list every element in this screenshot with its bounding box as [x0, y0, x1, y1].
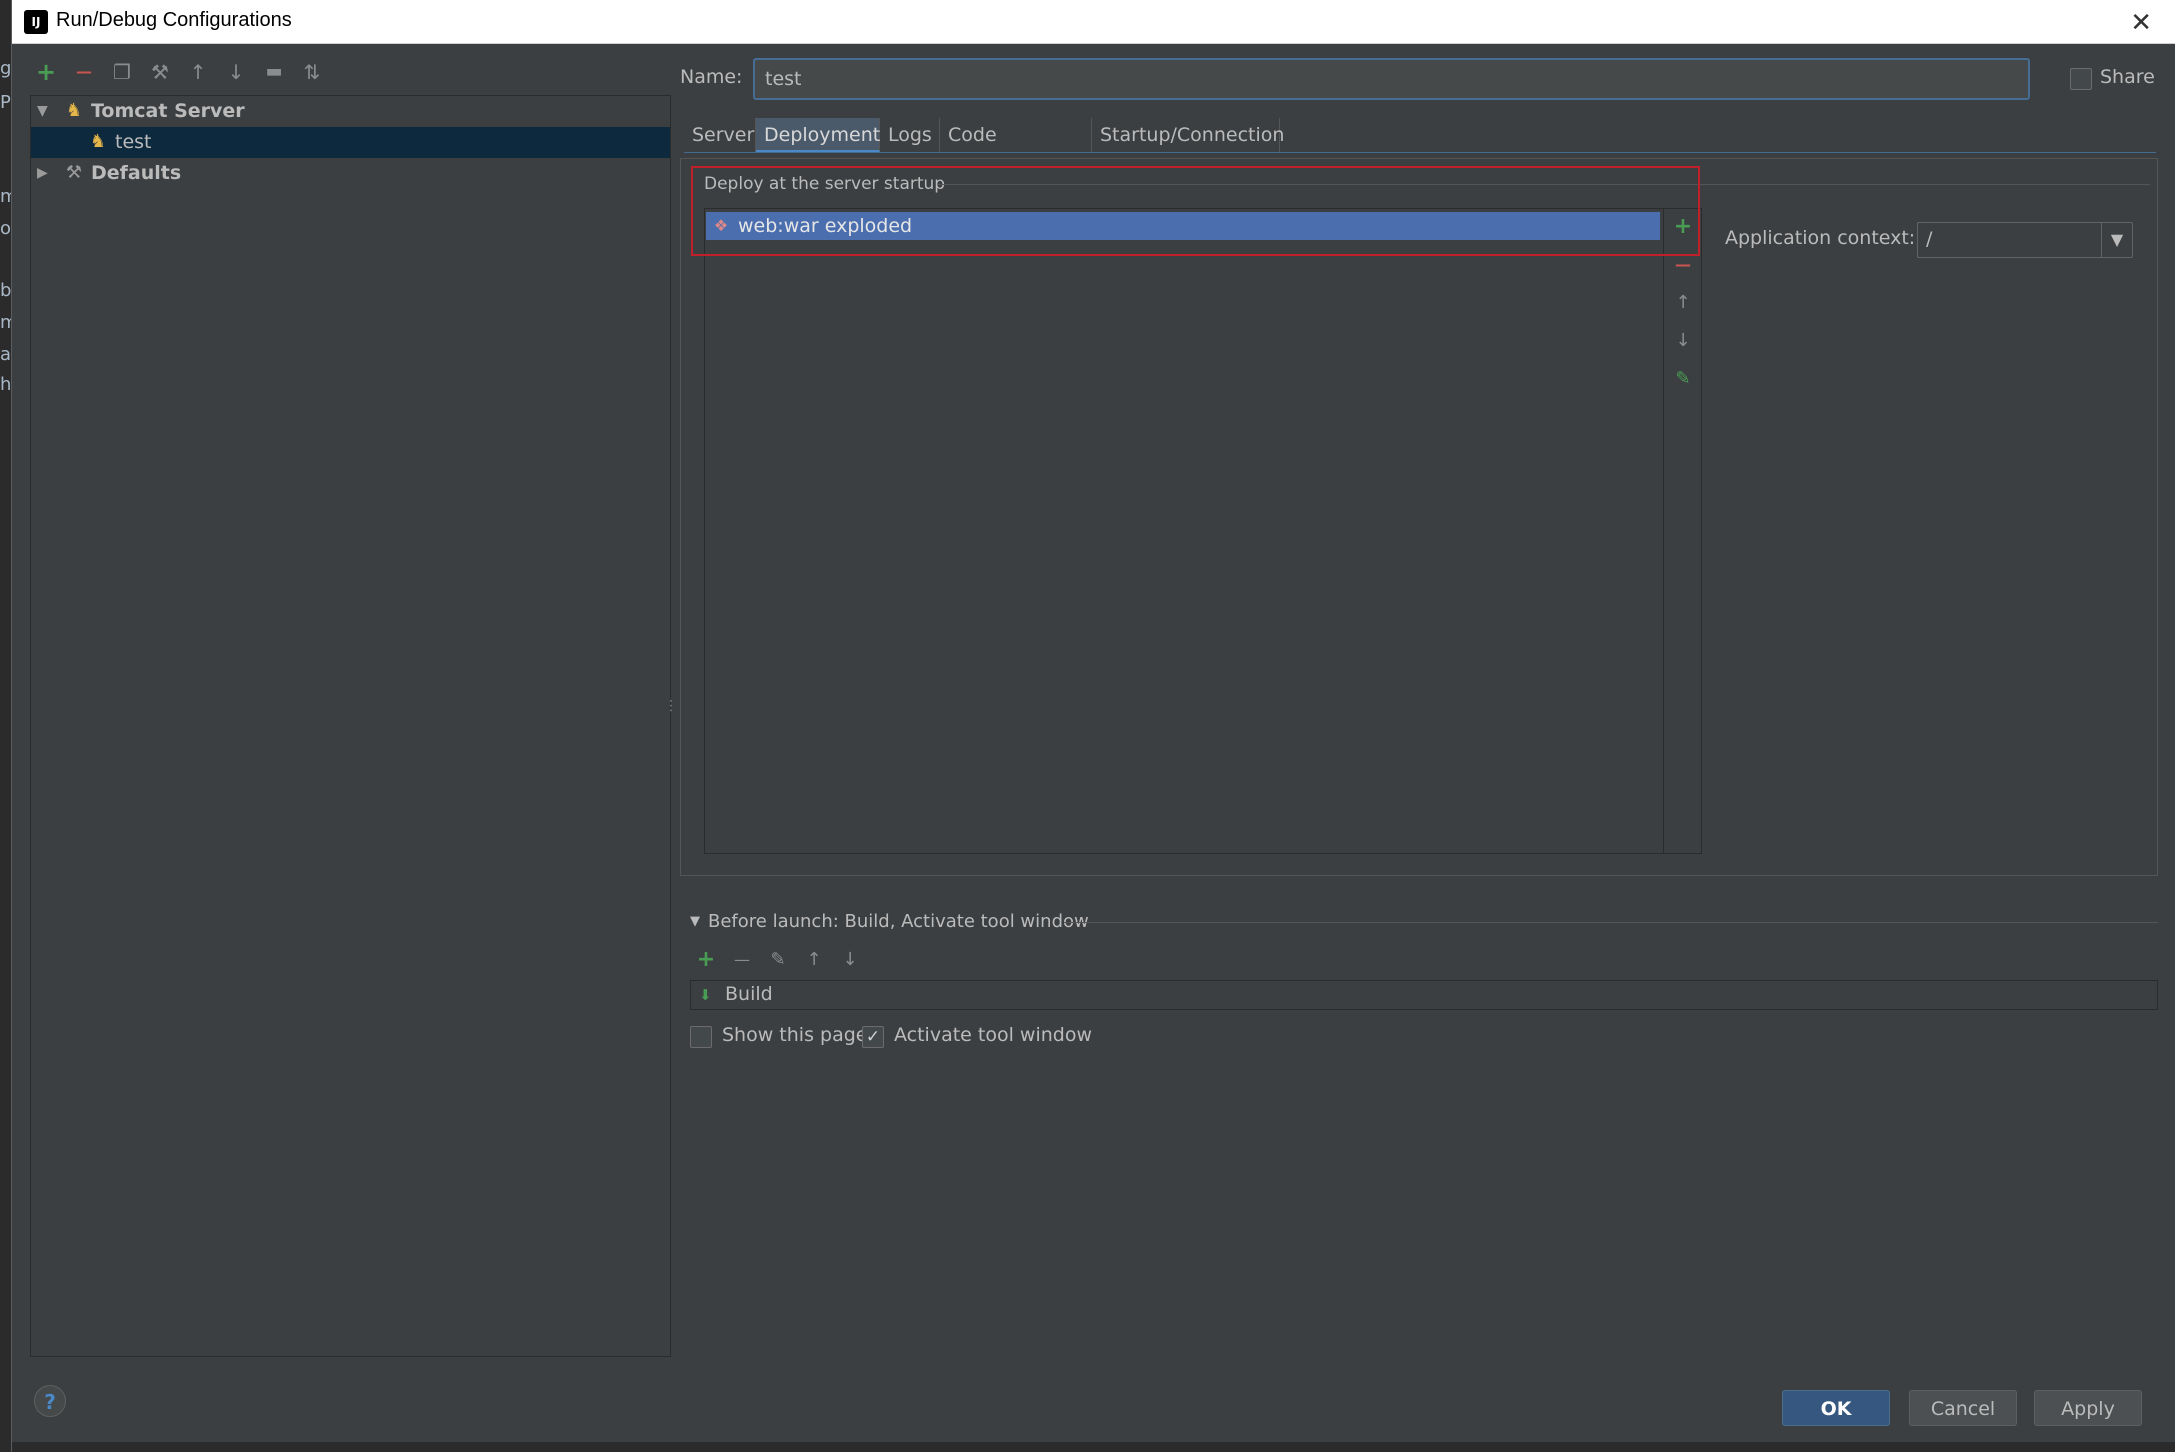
strip-text: h — [0, 374, 12, 395]
tree-item-label: test — [115, 131, 152, 153]
apply-button[interactable]: Apply — [2034, 1390, 2142, 1426]
application-context-label: Application context: — [1725, 227, 1916, 249]
move-down-icon[interactable]: ↓ — [836, 946, 864, 974]
title-bar[interactable]: IJ Run/Debug Configurations ✕ — [12, 0, 2175, 44]
tab-logs[interactable]: Logs — [880, 118, 940, 152]
before-launch-item-label: Build — [725, 983, 773, 1005]
tree-item-defaults[interactable]: ▶ ⚒ Defaults — [31, 158, 670, 189]
before-launch-toggle-icon[interactable]: ▼ — [690, 914, 700, 929]
config-toolbar: + — ❐ ⚒ ↑ ↓ ▬ ⇅ — [12, 52, 672, 92]
strip-text: a — [0, 344, 12, 365]
move-down-icon[interactable]: ↓ — [1669, 327, 1697, 355]
tab-code-coverage[interactable]: Code Coverage — [940, 118, 1092, 180]
tree-item-test[interactable]: ♞ test — [31, 127, 670, 158]
share-label: Share — [2100, 66, 2155, 88]
artifact-list[interactable] — [704, 208, 1664, 854]
config-tabs: Server Deployment Logs Code Coverage Sta… — [684, 118, 2144, 180]
tomcat-icon: ♞ — [65, 100, 83, 121]
move-up-icon[interactable]: ↑ — [184, 58, 212, 86]
wrench-icon: ⚒ — [65, 162, 83, 183]
sort-icon[interactable]: ⇅ — [298, 58, 326, 86]
chevron-down-icon[interactable]: ▼ — [2101, 223, 2132, 257]
application-context-value: / — [1926, 228, 1933, 250]
ok-button[interactable]: OK — [1782, 1390, 1890, 1426]
move-up-icon[interactable]: ↑ — [1669, 289, 1697, 317]
build-icon: ⬇ — [699, 986, 712, 1004]
remove-config-icon[interactable]: — — [70, 58, 98, 86]
strip-text: b — [0, 280, 12, 301]
artifact-toolbar: + — ↑ ↓ ✎ — [1664, 208, 1702, 854]
show-this-page-label: Show this page — [722, 1024, 868, 1046]
activate-tool-window-checkbox[interactable]: ✓ — [862, 1026, 884, 1048]
before-launch-list[interactable]: ⬇ Build — [690, 980, 2158, 1010]
edit-task-icon[interactable]: ✎ — [764, 946, 792, 974]
tab-server[interactable]: Server — [684, 118, 756, 152]
folder-icon[interactable]: ▬ — [260, 58, 288, 86]
collapse-arrow-icon[interactable]: ▶ — [37, 158, 48, 189]
red-highlight-annotation — [691, 166, 1700, 256]
section-divider — [1064, 922, 2158, 923]
intellij-logo-icon: IJ — [21, 7, 51, 37]
name-label: Name: — [680, 66, 743, 88]
expand-arrow-icon[interactable]: ▼ — [37, 96, 48, 127]
add-task-icon[interactable]: + — [692, 946, 720, 974]
add-config-icon[interactable]: + — [32, 58, 60, 86]
copy-config-icon[interactable]: ❐ — [108, 58, 136, 86]
name-input[interactable] — [753, 58, 2030, 100]
config-tree: ▼ ♞ Tomcat Server ♞ test ▶ ⚒ Defaults — [30, 95, 671, 1357]
edit-defaults-icon[interactable]: ⚒ — [146, 58, 174, 86]
move-up-icon[interactable]: ↑ — [800, 946, 828, 974]
move-down-icon[interactable]: ↓ — [222, 58, 250, 86]
tree-item-label: Tomcat Server — [91, 100, 245, 122]
pane-splitter-handle[interactable]: ⋮ — [664, 698, 678, 722]
background-window-strip: gı Pa m oc b m a h — [0, 0, 21, 1452]
tomcat-icon: ♞ — [89, 131, 107, 152]
tree-item-label: Defaults — [91, 162, 182, 184]
before-launch-title[interactable]: Before launch: Build, Activate tool wind… — [708, 911, 1089, 932]
before-launch-toolbar: + — ✎ ↑ ↓ — [692, 944, 892, 976]
remove-task-icon[interactable]: — — [728, 946, 756, 974]
cancel-button[interactable]: Cancel — [1909, 1390, 2017, 1426]
tab-startup-connection[interactable]: Startup/Connection — [1092, 118, 1284, 152]
tree-item-tomcat-server[interactable]: ▼ ♞ Tomcat Server — [31, 96, 670, 127]
window-title: Run/Debug Configurations — [56, 9, 292, 31]
share-checkbox[interactable] — [2070, 68, 2092, 90]
application-context-select[interactable]: / ▼ — [1917, 222, 2133, 258]
show-this-page-checkbox[interactable] — [690, 1026, 712, 1048]
tab-underline — [684, 152, 2156, 153]
window-bottom-edge — [12, 1442, 2175, 1452]
activate-tool-window-label: Activate tool window — [894, 1024, 1093, 1046]
edit-artifact-icon[interactable]: ✎ — [1669, 365, 1697, 393]
help-button[interactable]: ? — [34, 1385, 66, 1417]
run-debug-dialog: IJ Run/Debug Configurations ✕ + — ❐ ⚒ ↑ … — [11, 0, 2175, 1452]
tab-deployment[interactable]: Deployment — [756, 118, 880, 152]
close-icon[interactable]: ✕ — [2130, 8, 2152, 38]
